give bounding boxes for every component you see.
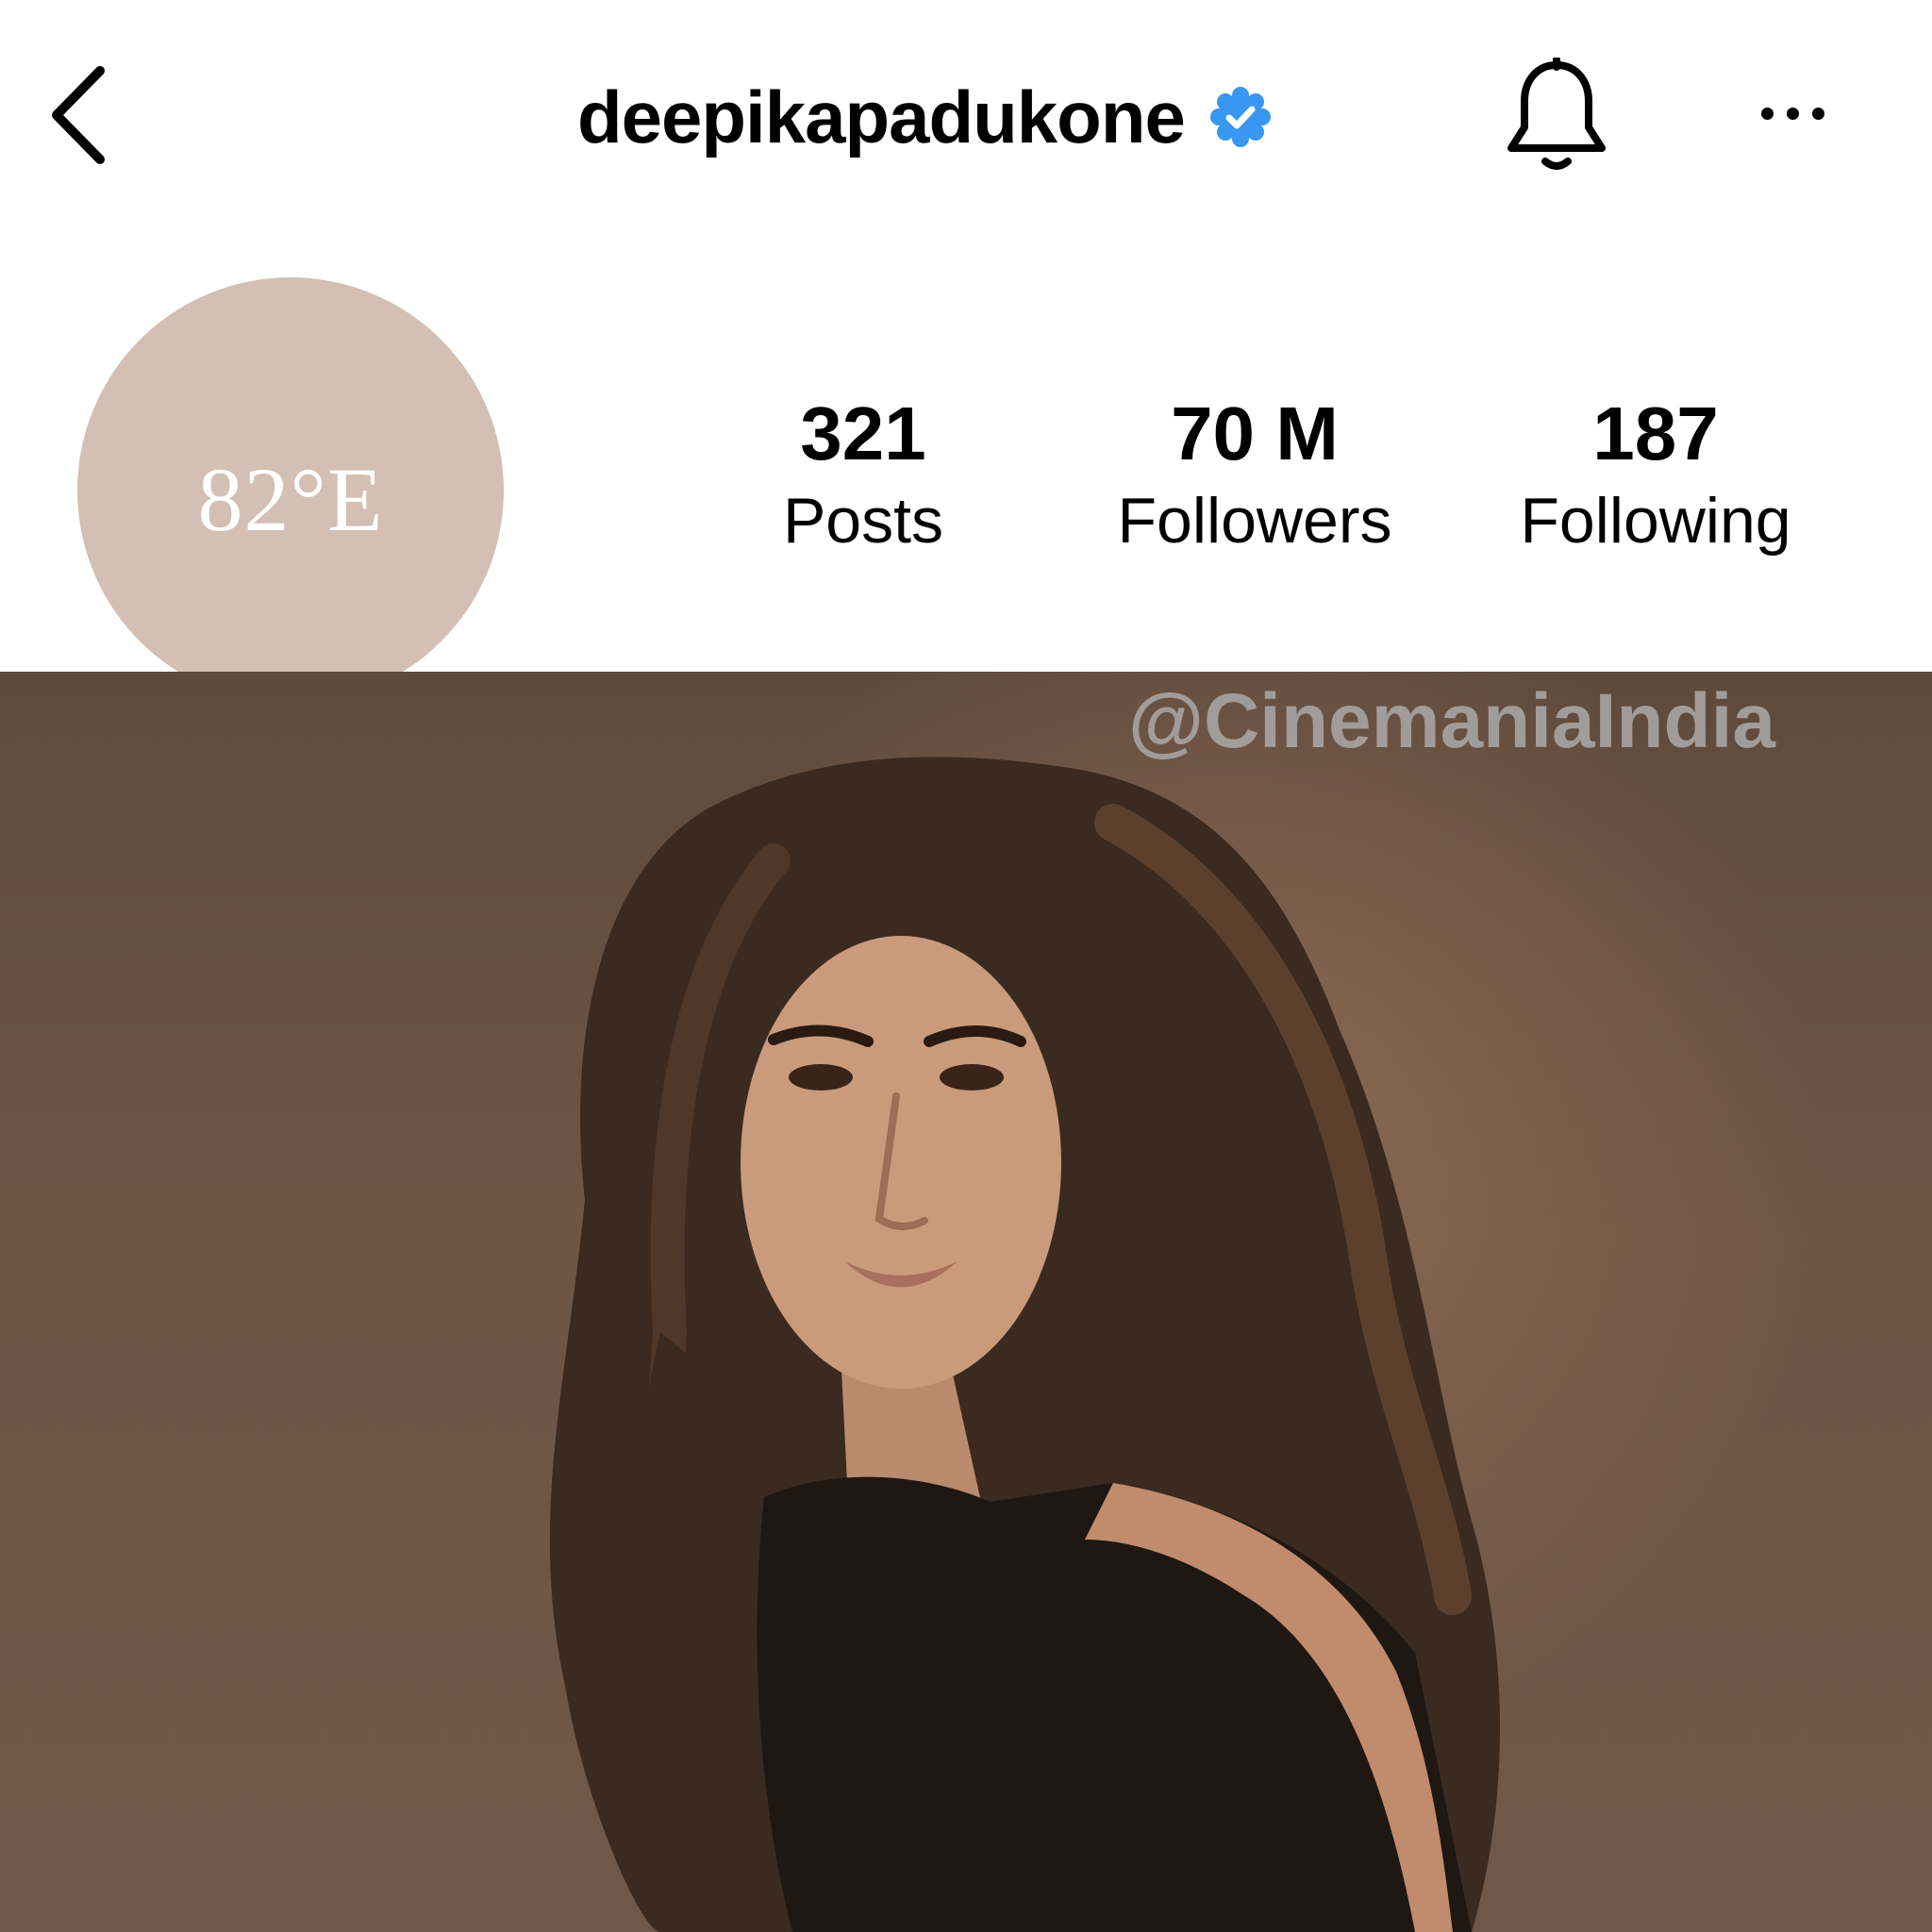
posts-label: Posts bbox=[782, 485, 944, 557]
posts-stat[interactable]: 321 Posts bbox=[755, 396, 972, 585]
profile-screen: deepikapadukone 82°E 321 Posts 70 M Foll… bbox=[0, 0, 1932, 1932]
followers-label: Followers bbox=[1117, 485, 1392, 557]
avatar-logo: 82°E bbox=[197, 448, 384, 550]
bell-icon bbox=[1507, 58, 1606, 170]
top-nav-bar: deepikapadukone bbox=[0, 0, 1932, 226]
back-button[interactable] bbox=[36, 58, 121, 172]
followers-stat[interactable]: 70 M Followers bbox=[1094, 396, 1415, 585]
following-stat[interactable]: 187 Following bbox=[1491, 396, 1821, 585]
more-options-button[interactable] bbox=[1745, 75, 1840, 151]
username: deepikapadukone bbox=[577, 75, 1186, 158]
followers-count: 70 M bbox=[1171, 391, 1339, 475]
following-label: Following bbox=[1520, 485, 1791, 557]
profile-title: deepikapadukone bbox=[577, 70, 1272, 164]
watermark: @CinemaniaIndia bbox=[1128, 678, 1775, 764]
more-horizontal-icon bbox=[1755, 107, 1831, 120]
chevron-left-icon bbox=[52, 66, 105, 164]
portrait-illustration bbox=[549, 757, 1500, 1932]
avatar[interactable]: 82°E bbox=[77, 277, 504, 704]
profile-photo: @CinemaniaIndia bbox=[0, 672, 1932, 1932]
notifications-button[interactable] bbox=[1500, 55, 1613, 177]
verified-badge-icon bbox=[1209, 87, 1271, 147]
following-count: 187 bbox=[1592, 391, 1719, 475]
posts-count: 321 bbox=[800, 391, 926, 475]
